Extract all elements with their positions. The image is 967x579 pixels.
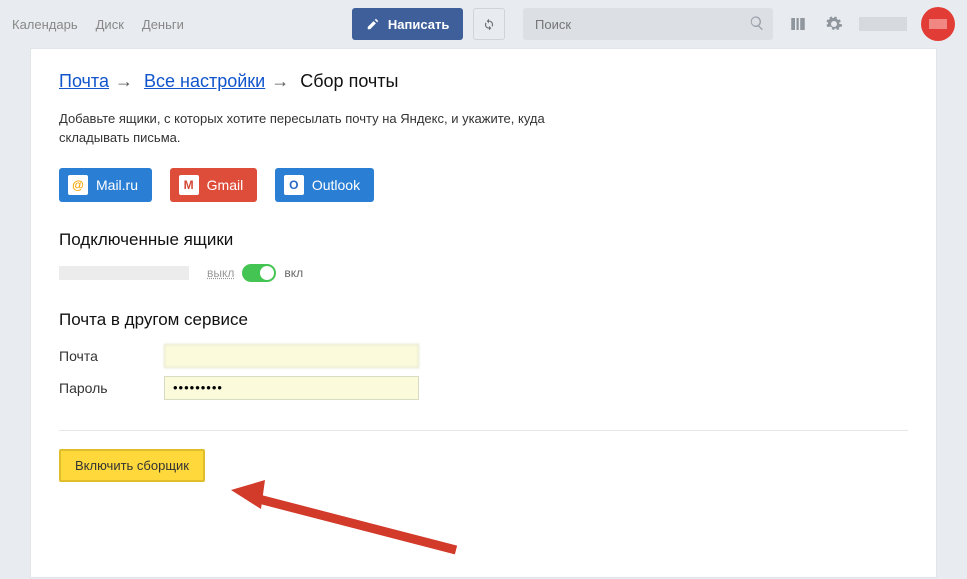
connected-row: выкл вкл xyxy=(59,264,908,282)
connected-heading: Подключенные ящики xyxy=(59,230,908,250)
avatar[interactable] xyxy=(921,7,955,41)
bc-settings[interactable]: Все настройки xyxy=(144,71,265,91)
compose-button[interactable]: Написать xyxy=(352,8,463,40)
provider-outlook-label: Outlook xyxy=(312,177,360,193)
username-placeholder xyxy=(859,17,907,31)
main-panel: Почта→ Все настройки→ Сбор почты Добавьт… xyxy=(30,48,937,578)
gear-icon[interactable] xyxy=(823,13,845,35)
right-icons xyxy=(773,7,955,41)
provider-outlook[interactable]: O Outlook xyxy=(275,168,374,202)
search-icon xyxy=(749,15,765,31)
search-input[interactable] xyxy=(523,8,773,40)
compose-label: Написать xyxy=(388,17,449,32)
email-label: Почта xyxy=(59,348,164,364)
nav-disk[interactable]: Диск xyxy=(96,17,124,32)
nav-calendar[interactable]: Календарь xyxy=(12,17,78,32)
refresh-button[interactable] xyxy=(473,8,505,40)
password-field[interactable] xyxy=(164,376,419,400)
topbar: Календарь Диск Деньги Написать xyxy=(0,0,967,48)
bc-mail[interactable]: Почта xyxy=(59,71,109,91)
toggle-switch[interactable] xyxy=(242,264,276,282)
enable-collector-button[interactable]: Включить сборщик xyxy=(59,449,205,482)
refresh-icon xyxy=(482,17,496,31)
bc-current: Сбор почты xyxy=(300,71,398,91)
intro-text: Добавьте ящики, с которых хотите пересыл… xyxy=(59,110,559,148)
divider xyxy=(59,430,908,431)
compose-icon xyxy=(366,17,380,31)
breadcrumb: Почта→ Все настройки→ Сбор почты xyxy=(59,71,908,92)
themes-icon[interactable] xyxy=(787,13,809,35)
provider-gmail[interactable]: M Gmail xyxy=(170,168,258,202)
mailru-icon: @ xyxy=(68,175,88,195)
nav-money[interactable]: Деньги xyxy=(142,17,184,32)
password-label: Пароль xyxy=(59,380,164,396)
provider-mailru-label: Mail.ru xyxy=(96,177,138,193)
other-heading: Почта в другом сервисе xyxy=(59,310,908,330)
provider-mailru[interactable]: @ Mail.ru xyxy=(59,168,152,202)
toggle-on-label: вкл xyxy=(284,266,303,280)
toggle-off-label[interactable]: выкл xyxy=(207,266,234,280)
search-box[interactable] xyxy=(523,8,773,40)
connected-email-redacted xyxy=(59,266,189,280)
email-field[interactable] xyxy=(164,344,419,368)
outlook-icon: O xyxy=(284,175,304,195)
avatar-inner xyxy=(929,19,947,29)
annotation-arrow xyxy=(231,475,461,555)
gmail-icon: M xyxy=(179,175,199,195)
provider-gmail-label: Gmail xyxy=(207,177,244,193)
